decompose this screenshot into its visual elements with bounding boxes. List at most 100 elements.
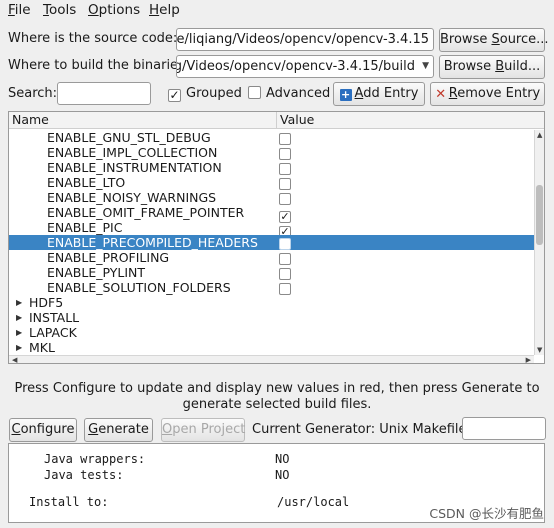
log-line-value: NO — [275, 452, 289, 466]
entry-name: ENABLE_SOLUTION_FOLDERS — [47, 280, 231, 295]
menu-file[interactable]: File — [8, 2, 31, 18]
scroll-up-icon[interactable]: ▲ — [537, 131, 542, 139]
entry-value-checkbox[interactable] — [279, 191, 291, 206]
table-group-row[interactable]: ▶ LAPACK — [9, 325, 534, 340]
entry-value-checkbox[interactable] — [279, 266, 291, 281]
cache-table[interactable]: Name Value ENABLE_GNU_STL_DEBUGENABLE_IM… — [8, 111, 545, 364]
expand-arrow-icon[interactable]: ▶ — [16, 310, 22, 325]
table-group-row[interactable]: ▶ HDF5 — [9, 295, 534, 310]
checkmark-icon — [279, 283, 291, 295]
search-label: Search: — [8, 86, 57, 101]
current-generator-label: Current Generator: Unix Makefiles — [252, 422, 473, 437]
entry-name: ENABLE_PYLINT — [47, 265, 145, 280]
entry-value-checkbox[interactable] — [279, 131, 291, 146]
build-path-combo[interactable]: iang/Videos/opencv/opencv-3.4.15/build ▼ — [176, 55, 434, 78]
entry-name: ENABLE_PROFILING — [47, 250, 169, 265]
table-group-row[interactable]: ▶ INSTALL — [9, 310, 534, 325]
checkmark-icon — [279, 133, 291, 145]
checkmark-icon: ✓ — [168, 89, 181, 102]
build-path-value: iang/Videos/opencv/opencv-3.4.15/build — [176, 56, 415, 77]
table-row[interactable]: ENABLE_LTO — [9, 175, 534, 190]
grouped-checkbox[interactable]: ✓Grouped — [168, 86, 242, 102]
vertical-scrollbar[interactable]: ▲ ▼ — [534, 130, 544, 355]
add-entry-button[interactable]: +Add Entry — [333, 82, 425, 106]
generate-button[interactable]: Generate — [84, 418, 153, 442]
menu-bar: File Tools Options Help — [0, 0, 554, 22]
entry-name: ENABLE_PIC — [47, 220, 122, 235]
entry-name: ENABLE_INSTRUMENTATION — [47, 160, 222, 175]
plus-icon: + — [340, 89, 352, 101]
dropdown-arrow-icon[interactable]: ▼ — [422, 56, 429, 77]
expand-arrow-icon[interactable]: ▶ — [16, 295, 22, 310]
menu-help[interactable]: Help — [149, 2, 180, 18]
browse-build-button[interactable]: Browse Build... — [439, 55, 545, 79]
entry-value-checkbox[interactable] — [279, 236, 291, 251]
log-line-key: Java wrappers: — [44, 452, 145, 466]
entry-value-checkbox[interactable] — [279, 281, 291, 296]
entry-name: ENABLE_NOISY_WARNINGS — [47, 190, 216, 205]
horizontal-scrollbar[interactable]: ◀ ▶ — [9, 355, 534, 364]
scrollbar-thumb[interactable] — [536, 185, 543, 245]
entry-name: ENABLE_GNU_STL_DEBUG — [47, 130, 211, 145]
table-row[interactable]: ENABLE_IMPL_COLLECTION — [9, 145, 534, 160]
checkmark-icon — [279, 148, 291, 160]
log-line-key: Java tests: — [44, 468, 123, 482]
watermark: CSDN @长沙有肥鱼 — [429, 503, 544, 522]
table-row[interactable]: ENABLE_PRECOMPILED_HEADERS — [9, 235, 534, 250]
checkmark-icon — [279, 193, 291, 205]
checkmark-icon — [279, 178, 291, 190]
checkmark-icon — [279, 238, 291, 250]
source-label: Where is the source code: — [8, 31, 177, 46]
entry-value-checkbox[interactable] — [279, 176, 291, 191]
menu-options[interactable]: Options — [88, 2, 140, 18]
table-rows: ENABLE_GNU_STL_DEBUGENABLE_IMPL_COLLECTI… — [9, 130, 534, 355]
table-row[interactable]: ENABLE_PYLINT — [9, 265, 534, 280]
group-name: HDF5 — [29, 295, 63, 310]
remove-entry-button[interactable]: ✕Remove Entry — [430, 82, 545, 106]
build-label: Where to build the binaries: — [8, 58, 189, 73]
column-header-name[interactable]: Name — [9, 112, 49, 128]
table-row[interactable]: ENABLE_OMIT_FRAME_POINTER✓ — [9, 205, 534, 220]
advanced-checkbox[interactable]: Advanced — [248, 86, 330, 101]
table-row[interactable]: ENABLE_INSTRUMENTATION — [9, 160, 534, 175]
log-line-value: NO — [275, 468, 289, 482]
log-line-value: /usr/local — [277, 495, 349, 509]
source-path-combo[interactable]: ome/liqiang/Videos/opencv/opencv-3.4.15 — [176, 28, 434, 51]
table-row[interactable]: ENABLE_SOLUTION_FOLDERS — [9, 280, 534, 295]
remove-icon: ✕ — [435, 89, 447, 101]
column-header-value[interactable]: Value — [277, 112, 314, 128]
entry-name: ENABLE_PRECOMPILED_HEADERS — [47, 235, 258, 250]
table-header: Name Value — [9, 112, 544, 129]
generator-field[interactable] — [462, 417, 546, 440]
table-group-row[interactable]: ▶ MKL — [9, 340, 534, 355]
checkmark-icon — [248, 86, 261, 99]
checkmark-icon — [279, 268, 291, 280]
entry-value-checkbox[interactable] — [279, 161, 291, 176]
table-row[interactable]: ENABLE_GNU_STL_DEBUG — [9, 130, 534, 145]
menu-tools[interactable]: Tools — [43, 2, 76, 18]
browse-source-button[interactable]: Browse Source... — [439, 28, 545, 52]
scroll-right-icon[interactable]: ▶ — [526, 356, 531, 364]
table-row[interactable]: ENABLE_PIC✓ — [9, 220, 534, 235]
table-row[interactable]: ENABLE_NOISY_WARNINGS — [9, 190, 534, 205]
configure-button[interactable]: Configure — [9, 418, 77, 442]
group-name: MKL — [29, 340, 55, 355]
entry-value-checkbox[interactable] — [279, 146, 291, 161]
log-line-key: Install to: — [29, 495, 108, 509]
checkmark-icon — [279, 163, 291, 175]
group-name: LAPACK — [29, 325, 77, 340]
search-input[interactable] — [57, 82, 151, 105]
source-path-value: ome/liqiang/Videos/opencv/opencv-3.4.15 — [176, 29, 429, 50]
checkmark-icon — [279, 253, 291, 265]
scroll-left-icon[interactable]: ◀ — [12, 356, 17, 364]
group-name: INSTALL — [29, 310, 79, 325]
entry-value-checkbox[interactable] — [279, 251, 291, 266]
entry-name: ENABLE_IMPL_COLLECTION — [47, 145, 217, 160]
scroll-down-icon[interactable]: ▼ — [537, 346, 542, 354]
status-message: Press Configure to update and display ne… — [0, 381, 554, 413]
expand-arrow-icon[interactable]: ▶ — [16, 325, 22, 340]
entry-name: ENABLE_LTO — [47, 175, 125, 190]
expand-arrow-icon[interactable]: ▶ — [16, 340, 22, 355]
open-project-button[interactable]: Open Project — [161, 418, 245, 442]
table-row[interactable]: ENABLE_PROFILING — [9, 250, 534, 265]
